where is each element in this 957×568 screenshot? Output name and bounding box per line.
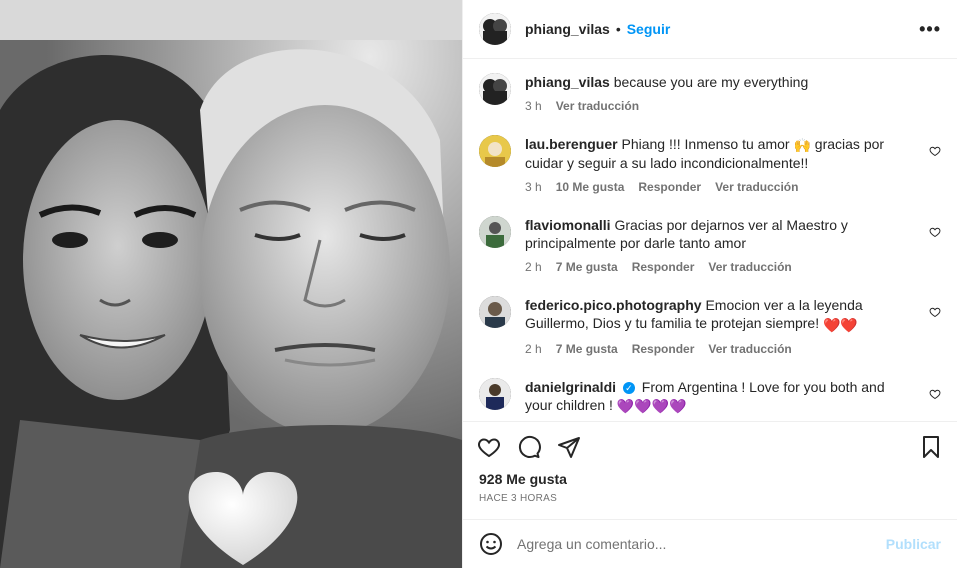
comment-body: flaviomonalli Gracias por dejarnos ver a… [525,216,941,274]
caption: phiang_vilas because you are my everythi… [479,73,941,113]
follow-button[interactable]: Seguir [627,21,671,37]
avatar-image [479,216,511,249]
verified-badge-icon: ✓ [622,381,635,394]
comment-username[interactable]: danielgrinaldi [525,379,616,395]
post-header: phiang_vilas • Seguir ••• [463,0,957,59]
comment-icon[interactable] [517,435,541,459]
photo-image [0,0,462,568]
comment-time[interactable]: 2 h [525,260,542,274]
more-options-icon[interactable]: ••• [919,19,941,40]
caption-translate-link[interactable]: Ver traducción [556,99,639,113]
avatar-image [479,73,511,105]
comment-input[interactable] [517,536,886,552]
red-hearts-emoji: ❤️❤️ [823,316,858,333]
small-heart-icon[interactable] [929,388,941,400]
bookmark-icon[interactable] [919,435,943,459]
caption-time[interactable]: 3 h [525,99,542,113]
comment-likes[interactable]: 7 Me gusta [556,260,618,274]
comment-item: federico.pico.photography Emocion ver a … [479,296,941,356]
publish-button[interactable]: Publicar [886,536,941,552]
comment-meta: 2 h 7 Me gusta Responder Ver traducción [525,260,911,274]
comment-item: flaviomonalli Gracias por dejarnos ver a… [479,216,941,274]
translate-link[interactable]: Ver traducción [715,180,798,194]
post-time: HACE 3 HORAS [479,493,558,504]
comments-list[interactable]: phiang_vilas because you are my everythi… [463,59,957,421]
post-side-panel: phiang_vilas • Seguir ••• phiang_vilas b… [462,0,957,568]
avatar-image [479,13,511,45]
translate-link[interactable]: Ver traducción [708,342,791,356]
comment-text: danielgrinaldi ✓ From Argentina ! Love f… [525,378,911,415]
comment-item: danielgrinaldi ✓ From Argentina ! Love f… [479,377,941,415]
reply-button[interactable]: Responder [632,342,695,356]
avatar-image [479,377,511,410]
emoji-icon[interactable] [479,532,503,556]
commenter-avatar[interactable] [479,377,511,410]
purple-hearts-emoji: 💜💜💜💜 [616,397,687,414]
comment-body: federico.pico.photography Emocion ver a … [525,296,941,355]
caption-avatar[interactable] [479,73,511,105]
likes-count[interactable]: 928 Me gusta [463,471,957,493]
small-heart-icon[interactable] [929,145,941,157]
comment-username[interactable]: flaviomonalli [525,217,611,233]
translate-link[interactable]: Ver traducción [708,260,791,274]
caption-meta: 3 h Ver traducción [525,99,911,113]
avatar-image [479,296,511,329]
author-avatar[interactable] [479,13,511,45]
comment-meta: 2 h 7 Me gusta Responder Ver traducción [525,342,911,356]
comment-text: federico.pico.photography Emocion ver a … [525,296,911,333]
comment-likes[interactable]: 10 Me gusta [556,180,625,194]
avatar-image [479,135,511,167]
reply-button[interactable]: Responder [638,180,701,194]
caption-text: phiang_vilas because you are my everythi… [525,73,911,91]
caption-username[interactable]: phiang_vilas [525,74,610,90]
comment-text: flaviomonalli Gracias por dejarnos ver a… [525,216,911,252]
commenter-avatar[interactable] [479,135,511,167]
share-icon[interactable] [557,435,581,459]
comment-likes[interactable]: 7 Me gusta [556,342,618,356]
commenter-avatar[interactable] [479,296,511,329]
comment-content: Phiang !!! Inmenso tu amor [621,136,790,152]
author-username[interactable]: phiang_vilas [525,21,610,37]
commenter-avatar[interactable] [479,216,511,249]
small-heart-icon[interactable] [929,226,941,238]
heart-icon[interactable] [477,435,501,459]
comment-username[interactable]: federico.pico.photography [525,297,702,313]
comment-body: lau.berenguer Phiang !!! Inmenso tu amor… [525,135,941,194]
comment-body: danielgrinaldi ✓ From Argentina ! Love f… [525,378,941,415]
comment-time[interactable]: 2 h [525,342,542,356]
add-comment-bar: Publicar [463,519,957,568]
reply-button[interactable]: Responder [632,260,695,274]
comment-username[interactable]: lau.berenguer [525,136,618,152]
instagram-post: phiang_vilas • Seguir ••• phiang_vilas b… [0,0,957,568]
post-photo[interactable] [0,0,462,568]
comment-text: lau.berenguer Phiang !!! Inmenso tu amor… [525,135,911,172]
comment-time[interactable]: 3 h [525,180,542,194]
action-bar [463,421,957,471]
separator-dot: • [615,21,621,37]
raised-hands-emoji: 🙌 [793,137,811,154]
caption-body: phiang_vilas because you are my everythi… [525,73,941,113]
comment-meta: 3 h 10 Me gusta Responder Ver traducción [525,180,911,194]
comment-item: lau.berenguer Phiang !!! Inmenso tu amor… [479,135,941,194]
small-heart-icon[interactable] [929,306,941,318]
caption-content: because you are my everything [613,74,809,90]
